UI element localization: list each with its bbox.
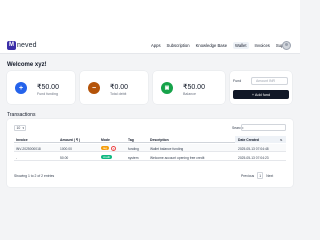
cell-date: 2025-05-13 07:04:48	[238, 146, 269, 151]
minus-icon: −	[88, 82, 100, 94]
entries-info: Showing 1 to 2 of 2 entries	[14, 174, 55, 178]
column-header-invoice[interactable]: Invoice	[16, 138, 28, 142]
fund-funding-card: + ₹50.00 Fund funding	[7, 71, 75, 104]
fund-amount-input[interactable]: Amount INR	[251, 77, 288, 85]
search-input[interactable]	[241, 124, 286, 131]
top-navbar: M neved Apps Subscription Knowledge Base…	[0, 0, 300, 54]
table-header: Invoice Amount ( ₹ ) Mode Tag Descriptio…	[14, 136, 286, 143]
nav-item-wallet[interactable]: Wallet	[233, 42, 249, 49]
total-debit-card: − ₹0.00 Total debit	[80, 71, 148, 104]
column-header-tag[interactable]: Tag	[128, 138, 134, 142]
wallet-icon: ▣	[161, 82, 173, 94]
column-header-amount[interactable]: Amount ( ₹ )	[60, 138, 80, 142]
add-fund-button[interactable]: + Add fund	[233, 90, 289, 99]
welcome-heading: Welcome xyz!	[7, 62, 47, 68]
transactions-heading: Transactions	[7, 112, 36, 118]
cell-amount: 50.00	[60, 155, 69, 160]
card-amount: ₹50.00	[183, 84, 205, 91]
logo-text: neved	[17, 41, 37, 49]
next-page-button[interactable]: Next	[266, 174, 273, 178]
close-circle-icon: ×	[111, 145, 116, 151]
logo-badge: M	[7, 40, 16, 50]
nav-item-invoices[interactable]: Invoices	[255, 43, 270, 48]
plus-icon: +	[15, 82, 27, 94]
cell-description: Welcome account opening free credit	[150, 155, 205, 160]
column-header-date-created[interactable]: Date Created	[238, 138, 259, 142]
cell-invoice[interactable]: INV-2025000018	[16, 147, 41, 151]
nav-item-knowledge-base[interactable]: Knowledge Base	[196, 43, 227, 48]
cell-invoice: -	[16, 155, 18, 160]
user-avatar[interactable]	[282, 41, 291, 50]
cell-date: 2025-05-13 07:04:23	[238, 155, 269, 160]
balance-card: ▣ ₹50.00 Balance	[153, 71, 225, 104]
card-amount: ₹0.00	[110, 84, 129, 91]
fund-label: Fund	[233, 79, 242, 83]
cell-amount: 1000.00	[60, 146, 72, 151]
main-nav: Apps Subscription Knowledge Base Wallet …	[151, 42, 291, 49]
page-1-button[interactable]: 1	[257, 172, 264, 179]
table-row: INV-2025000018 1000.00 tag × funding Wal…	[14, 144, 286, 152]
sort-indicator-icon[interactable]: ⇅	[280, 138, 283, 142]
card-label: Total debit	[110, 92, 127, 96]
card-label: Balance	[183, 92, 196, 96]
column-header-mode[interactable]: Mode	[101, 138, 110, 142]
cell-tag: funding	[128, 146, 139, 151]
nav-item-subscription[interactable]: Subscription	[167, 43, 190, 48]
add-fund-panel: Fund Amount INR + Add fund	[230, 71, 292, 104]
pagination: Previous 1 Next	[241, 172, 273, 179]
cell-tag: system	[128, 155, 139, 160]
previous-page-button[interactable]: Previous	[241, 174, 254, 178]
card-label: Fund funding	[37, 92, 58, 96]
nav-item-apps[interactable]: Apps	[151, 43, 161, 48]
mode-badge: tag	[101, 146, 109, 150]
table-row: - 50.00 credit system Welcome account op…	[14, 153, 286, 161]
page-length-select[interactable]: 10	[14, 125, 26, 131]
column-header-description[interactable]: Description	[150, 138, 169, 142]
brand-logo[interactable]: M neved	[7, 40, 37, 50]
card-amount: ₹50.00	[37, 84, 59, 91]
mode-badge: credit	[101, 155, 112, 159]
cell-description: Wallet balance funding	[150, 146, 184, 151]
transactions-table-panel: 10 Search: Invoice Amount ( ₹ ) Mode Tag…	[7, 119, 293, 187]
